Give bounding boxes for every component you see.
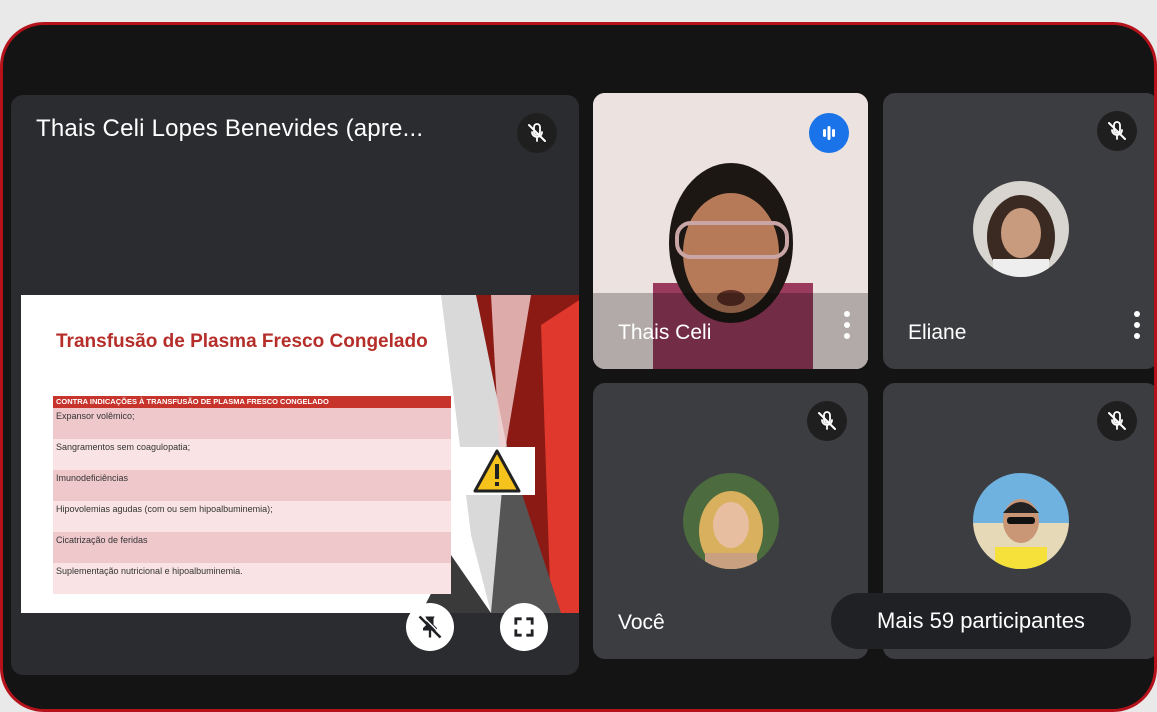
slide-title: Transfusão de Plasma Fresco Congelado bbox=[56, 331, 428, 352]
slide-table-row: Imunodeficiências bbox=[53, 470, 451, 501]
slide-table-row: Cicatrização de feridas bbox=[53, 532, 451, 563]
participant-name: Thais Celi bbox=[618, 321, 712, 344]
speaking-indicator-icon bbox=[809, 113, 849, 153]
mic-off-icon bbox=[807, 401, 847, 441]
slide-table: CONTRA INDICAÇÕES À TRANSFUSÃO DE PLASMA… bbox=[53, 396, 451, 594]
slide-table-row: Hipovolemias agudas (com ou sem hipoalbu… bbox=[53, 501, 451, 532]
mic-off-icon bbox=[517, 113, 557, 153]
pin-off-icon bbox=[418, 614, 443, 639]
participant-tile-thais[interactable]: Thais Celi bbox=[593, 93, 868, 369]
unpin-button[interactable] bbox=[406, 603, 454, 651]
warning-triangle-icon bbox=[459, 447, 535, 495]
avatar bbox=[973, 473, 1069, 569]
participant-name: Eliane bbox=[908, 321, 967, 344]
participant-tile-self[interactable]: Você bbox=[593, 383, 868, 659]
mic-off-icon bbox=[1097, 111, 1137, 151]
slide-table-row: Sangramentos sem coagulopatia; bbox=[53, 439, 451, 470]
presentation-tile[interactable]: Thais Celi Lopes Benevides (apre... Tran… bbox=[11, 95, 579, 675]
more-participants-button[interactable]: Mais 59 participantes bbox=[831, 593, 1131, 649]
more-options-icon[interactable] bbox=[843, 311, 851, 341]
slide-table-header: CONTRA INDICAÇÕES À TRANSFUSÃO DE PLASMA… bbox=[53, 396, 451, 408]
participant-name: Você bbox=[618, 611, 665, 634]
avatar bbox=[973, 181, 1069, 277]
mic-off-icon bbox=[1097, 401, 1137, 441]
fullscreen-icon bbox=[514, 617, 534, 637]
shared-slide: Transfusão de Plasma Fresco Congelado CO… bbox=[21, 295, 579, 613]
fullscreen-button[interactable] bbox=[500, 603, 548, 651]
meeting-window: Thais Celi Lopes Benevides (apre... Tran… bbox=[0, 22, 1157, 712]
presenter-name: Thais Celi Lopes Benevides (apre... bbox=[36, 115, 424, 142]
avatar bbox=[683, 473, 779, 569]
slide-table-row: Expansor volêmico; bbox=[53, 408, 451, 439]
participant-tile-eliane[interactable]: Eliane bbox=[883, 93, 1154, 369]
more-options-icon[interactable] bbox=[1133, 311, 1141, 341]
slide-table-row: Suplementação nutricional e hipoalbumine… bbox=[53, 563, 451, 594]
